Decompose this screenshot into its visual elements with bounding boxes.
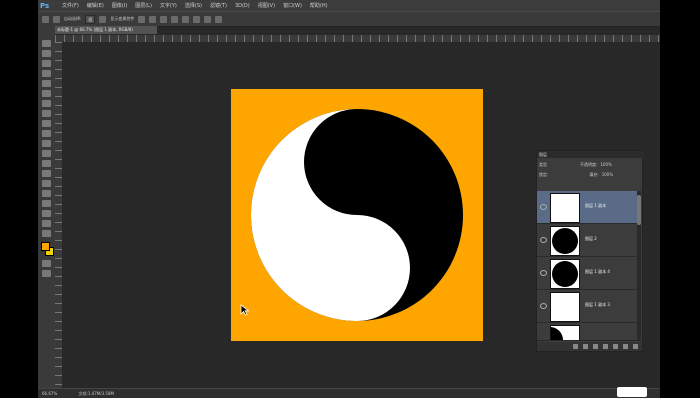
- menu-select[interactable]: 选择(S): [185, 2, 202, 9]
- options-bar: 自动选择: 组 显示变换控件: [38, 11, 660, 27]
- quick-mask-icon[interactable]: [42, 260, 51, 267]
- align-top-icon[interactable]: [138, 15, 146, 23]
- document-info[interactable]: 文档:1.07M/3.58M: [79, 391, 114, 396]
- screen-mode-icon[interactable]: [42, 270, 51, 277]
- pen-tool-icon[interactable]: [42, 180, 51, 187]
- fill-label: 填充:: [589, 172, 599, 177]
- crop-tool-icon[interactable]: [42, 80, 51, 87]
- new-group-icon[interactable]: [613, 344, 618, 349]
- menu-filter[interactable]: 滤镜(T): [210, 2, 227, 9]
- auto-select-label: 自动选择:: [64, 16, 82, 21]
- blur-tool-icon[interactable]: [42, 160, 51, 167]
- path-select-icon[interactable]: [42, 200, 51, 207]
- move-tool-icon[interactable]: [42, 15, 49, 23]
- layer-name: 图层 1 副本 3: [585, 302, 610, 307]
- layers-scrollbar[interactable]: [637, 191, 641, 341]
- layers-lock-row: 锁定: 填充: 100%: [539, 171, 637, 179]
- visibility-eye-icon[interactable]: [540, 204, 547, 210]
- menu-help[interactable]: 帮助(H): [310, 2, 328, 9]
- ime-toolbar[interactable]: [617, 387, 647, 397]
- marquee-tool-icon[interactable]: [42, 50, 51, 57]
- visibility-eye-icon[interactable]: [540, 303, 547, 309]
- layer-name: 图层 1 副本 4: [585, 269, 610, 274]
- menu-image[interactable]: 图像(I): [112, 2, 127, 9]
- hand-tool-icon[interactable]: [42, 220, 51, 227]
- layer-style-icon[interactable]: [583, 344, 588, 349]
- layers-scroll-thumb[interactable]: [637, 195, 641, 225]
- layers-panel: 图层 类型 不透明度: 100% 锁定: 填充: 100% 图层 1 副本 图层…: [536, 150, 644, 352]
- menu-layer[interactable]: 图层(L): [135, 2, 152, 9]
- layers-footer-toolbar: [537, 342, 642, 351]
- foreground-color-swatch[interactable]: [41, 242, 50, 251]
- dodge-tool-icon[interactable]: [42, 170, 51, 177]
- layer-thumbnail: [550, 325, 580, 340]
- stamp-tool-icon[interactable]: [42, 120, 51, 127]
- layer-row-partial[interactable]: [537, 323, 637, 341]
- visibility-eye-icon[interactable]: [540, 237, 547, 243]
- fill-value[interactable]: 100%: [602, 171, 613, 179]
- layer-thumbnail: [550, 226, 580, 256]
- menu-file[interactable]: 文件(F): [62, 2, 79, 9]
- shape-tool-icon[interactable]: [42, 210, 51, 217]
- checkbox-icon[interactable]: [53, 15, 60, 23]
- auto-select-dropdown[interactable]: 组: [85, 14, 96, 24]
- layer-row[interactable]: 图层 2: [537, 224, 637, 257]
- document-canvas[interactable]: [231, 89, 483, 341]
- layer-row[interactable]: 图层 1 副本 3: [537, 290, 637, 323]
- menu-3d[interactable]: 3D(D): [235, 3, 250, 9]
- layer-row[interactable]: 图层 1 副本: [537, 191, 637, 224]
- menu-bar: Ps 文件(F) 编辑(E) 图像(I) 图层(L) 文字(Y) 选择(S) 滤…: [38, 0, 660, 11]
- visibility-eye-icon[interactable]: [540, 270, 547, 276]
- adjustment-layer-icon[interactable]: [603, 344, 608, 349]
- align-middle-icon[interactable]: [149, 15, 157, 23]
- 3d-mode-icon[interactable]: [215, 15, 223, 23]
- align-center-icon[interactable]: [182, 15, 190, 23]
- align-bottom-icon[interactable]: [160, 15, 168, 23]
- lasso-tool-icon[interactable]: [42, 60, 51, 67]
- healing-brush-icon[interactable]: [42, 100, 51, 107]
- lock-label: 锁定:: [539, 172, 549, 177]
- brush-tool-icon[interactable]: [42, 110, 51, 117]
- new-layer-icon[interactable]: [623, 344, 628, 349]
- menu-type[interactable]: 文字(Y): [160, 2, 177, 9]
- opacity-label: 不透明度:: [580, 162, 598, 167]
- layer-thumbnail: [550, 259, 580, 289]
- ps-logo: Ps: [40, 1, 50, 10]
- gradient-tool-icon[interactable]: [42, 150, 51, 157]
- checkbox-transform-icon[interactable]: [99, 15, 107, 23]
- vertical-ruler[interactable]: [55, 42, 62, 388]
- layer-kind-filter[interactable]: 类型: [539, 161, 547, 169]
- layers-filter-row: 类型 不透明度: 100%: [539, 161, 637, 169]
- opacity-value[interactable]: 100%: [600, 161, 611, 169]
- delete-layer-icon[interactable]: [633, 344, 638, 349]
- eraser-tool-icon[interactable]: [42, 140, 51, 147]
- layer-thumbnail: [550, 292, 580, 322]
- menu-view[interactable]: 视图(V): [258, 2, 275, 9]
- menu-window[interactable]: 窗口(W): [283, 2, 302, 9]
- zoom-tool-icon[interactable]: [42, 230, 51, 237]
- distribute-icon[interactable]: [204, 15, 212, 23]
- layer-name: 图层 1 副本: [585, 203, 607, 208]
- history-brush-icon[interactable]: [42, 130, 51, 137]
- tools-panel: [38, 26, 56, 388]
- horizontal-ruler[interactable]: [55, 35, 660, 42]
- quick-select-tool-icon[interactable]: [42, 70, 51, 77]
- menu-edit[interactable]: 编辑(E): [87, 2, 104, 9]
- show-transform-label: 显示变换控件: [110, 16, 135, 21]
- type-tool-icon[interactable]: [42, 190, 51, 197]
- zoom-level[interactable]: 66.67%: [42, 391, 57, 396]
- mouse-cursor-icon: [240, 304, 250, 316]
- yin-yang-artwork: [251, 109, 463, 321]
- document-tab[interactable]: 未标题-1 @ 66.7% (图层 1 副本, RGB/8): [55, 26, 157, 34]
- layer-thumbnail: [550, 193, 580, 223]
- add-mask-icon[interactable]: [593, 344, 598, 349]
- layers-panel-title[interactable]: 图层: [537, 151, 644, 158]
- eyedropper-tool-icon[interactable]: [42, 90, 51, 97]
- align-left-icon[interactable]: [171, 15, 179, 23]
- link-layers-icon[interactable]: [573, 344, 578, 349]
- align-right-icon[interactable]: [193, 15, 201, 23]
- layer-row[interactable]: 图层 1 副本 4: [537, 257, 637, 290]
- layer-name: 图层 2: [585, 236, 597, 241]
- move-tool-icon[interactable]: [42, 40, 51, 47]
